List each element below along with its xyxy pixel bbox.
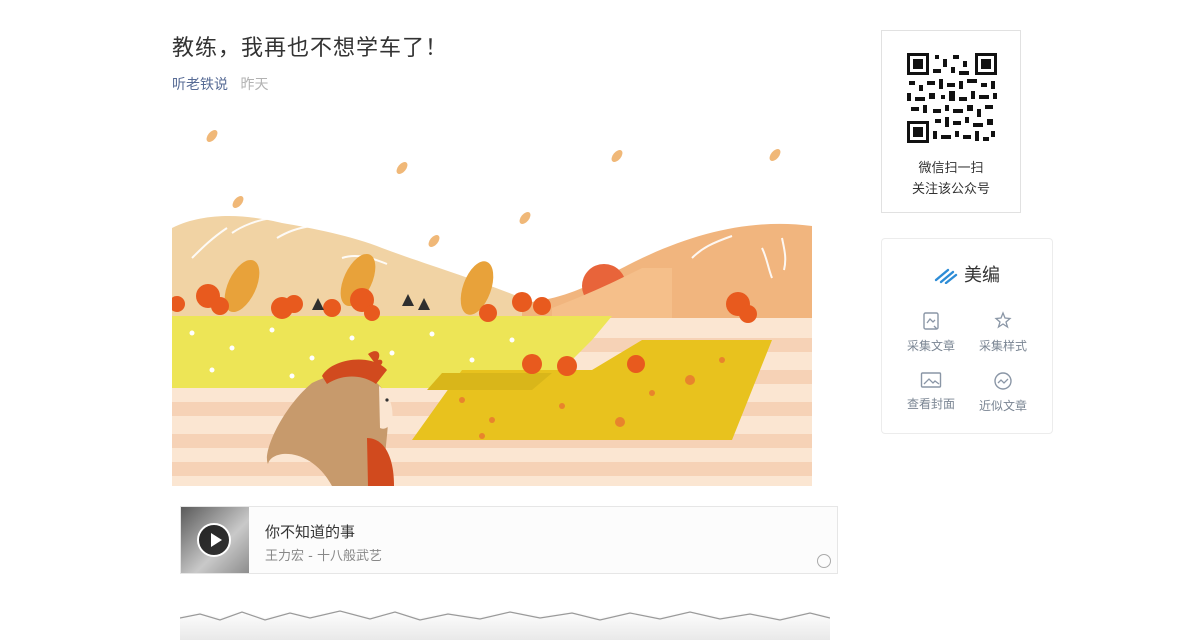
qr-code-panel: 微信扫一扫 关注该公众号 xyxy=(881,30,1021,213)
brand-header: 美编 xyxy=(882,261,1052,287)
music-title: 你不知道的事 xyxy=(265,523,356,541)
view-cover-label: 查看封面 xyxy=(906,397,955,411)
play-icon[interactable] xyxy=(197,523,231,557)
view-cover-icon xyxy=(920,372,942,388)
article-meta: 听老铁说 昨天 xyxy=(172,74,268,94)
brand-logo-icon xyxy=(934,268,958,284)
editor-tool-panel: 美编 采集文章 采集样式 查看封面 近似文章 xyxy=(881,238,1053,434)
qr-caption-line1: 微信扫一扫 xyxy=(918,161,984,176)
similar-article-icon xyxy=(994,372,1012,390)
collect-article-icon xyxy=(923,312,939,330)
author-link[interactable]: 听老铁说 xyxy=(172,77,228,93)
similar-article-button[interactable]: 近似文章 xyxy=(968,371,1038,414)
qr-caption-line2: 关注该公众号 xyxy=(911,182,990,197)
collect-article-button[interactable]: 采集文章 xyxy=(896,311,966,354)
album-cover xyxy=(181,507,249,573)
similar-article-label: 近似文章 xyxy=(978,399,1027,413)
music-artist: 王力宏 - 十八般武艺 xyxy=(265,549,382,564)
music-card[interactable]: 你不知道的事 王力宏 - 十八般武艺 xyxy=(180,506,838,574)
collect-article-label: 采集文章 xyxy=(906,339,955,353)
view-cover-button[interactable]: 查看封面 xyxy=(896,371,966,412)
publish-date: 昨天 xyxy=(240,77,269,93)
collect-style-icon xyxy=(994,311,1012,329)
qr-code xyxy=(907,53,997,143)
article-title: 教练，我再也不想学车了！ xyxy=(172,36,449,61)
music-logo-icon xyxy=(817,554,831,568)
torn-paper-divider xyxy=(180,609,830,640)
collect-style-button[interactable]: 采集样式 xyxy=(968,311,1038,354)
collect-style-label: 采集样式 xyxy=(978,339,1027,353)
autumn-illustration xyxy=(172,130,812,486)
brand-name: 美编 xyxy=(964,265,1000,286)
